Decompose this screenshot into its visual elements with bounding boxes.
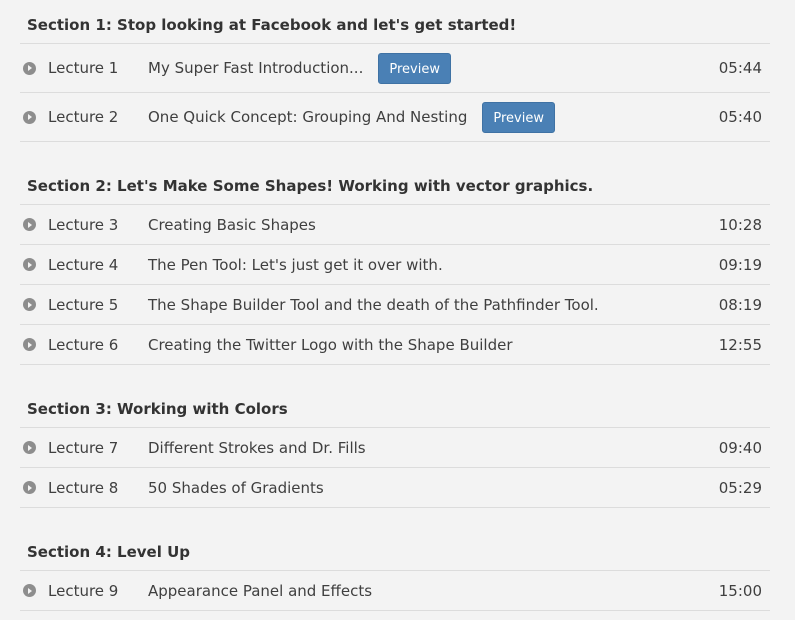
lecture-number: Lecture 9 xyxy=(48,581,119,600)
lecture-title[interactable]: Appearance Panel and Effects xyxy=(148,582,372,600)
lecture-duration: 05:40 xyxy=(718,108,762,126)
lecture-row-9[interactable]: Lecture 9 Appearance Panel and Effects 1… xyxy=(20,571,770,611)
section-4: Section 4: Level Up Lecture 9 Appearance… xyxy=(20,527,770,611)
preview-button[interactable]: Preview xyxy=(482,101,555,133)
lecture-title[interactable]: Creating Basic Shapes xyxy=(148,216,316,234)
lecture-title[interactable]: 50 Shades of Gradients xyxy=(148,479,324,497)
lecture-title[interactable]: Different Strokes and Dr. Fills xyxy=(148,439,366,457)
lecture-duration: 05:44 xyxy=(718,59,762,77)
lecture-number: Lecture 5 xyxy=(48,295,119,314)
lecture-title[interactable]: One Quick Concept: Grouping And Nesting xyxy=(148,108,467,126)
lecture-number: Lecture 1 xyxy=(48,59,119,77)
lecture-duration: 15:00 xyxy=(718,581,762,600)
play-circle-icon xyxy=(23,481,36,494)
section-1: Section 1: Stop looking at Facebook and … xyxy=(20,0,770,142)
lecture-number: Lecture 4 xyxy=(48,255,119,274)
lecture-row-6[interactable]: Lecture 6 Creating the Twitter Logo with… xyxy=(20,325,770,365)
lecture-row-1[interactable]: Lecture 1 My Super Fast Introduction... … xyxy=(20,44,770,93)
lecture-title[interactable]: The Shape Builder Tool and the death of … xyxy=(148,296,599,314)
section-2: Section 2: Let's Make Some Shapes! Worki… xyxy=(20,161,770,365)
lecture-duration: 09:19 xyxy=(718,255,762,274)
lecture-duration: 10:28 xyxy=(718,215,762,234)
lecture-row-5[interactable]: Lecture 5 The Shape Builder Tool and the… xyxy=(20,285,770,325)
play-circle-icon xyxy=(23,584,36,597)
lecture-row-3[interactable]: Lecture 3 Creating Basic Shapes 10:28 xyxy=(20,205,770,245)
lecture-duration: 09:40 xyxy=(718,438,762,457)
lecture-number: Lecture 3 xyxy=(48,215,119,234)
lecture-row-4[interactable]: Lecture 4 The Pen Tool: Let's just get i… xyxy=(20,245,770,285)
lecture-number: Lecture 7 xyxy=(48,438,119,457)
lecture-duration: 05:29 xyxy=(718,478,762,497)
preview-button[interactable]: Preview xyxy=(378,52,451,84)
lecture-row-2[interactable]: Lecture 2 One Quick Concept: Grouping An… xyxy=(20,93,770,142)
section-title: Section 1: Stop looking at Facebook and … xyxy=(20,0,770,44)
play-circle-icon xyxy=(23,110,36,124)
lecture-number: Lecture 8 xyxy=(48,478,119,497)
section-title: Section 2: Let's Make Some Shapes! Worki… xyxy=(20,161,770,205)
lecture-number: Lecture 2 xyxy=(48,108,119,126)
play-circle-icon xyxy=(23,61,36,75)
curriculum-list: Section 1: Stop looking at Facebook and … xyxy=(20,0,770,611)
lecture-row-7[interactable]: Lecture 7 Different Strokes and Dr. Fill… xyxy=(20,428,770,468)
section-3: Section 3: Working with Colors Lecture 7… xyxy=(20,384,770,508)
lecture-title[interactable]: The Pen Tool: Let's just get it over wit… xyxy=(148,256,443,274)
lecture-duration: 08:19 xyxy=(718,295,762,314)
play-circle-icon xyxy=(23,258,36,271)
lecture-number: Lecture 6 xyxy=(48,335,119,354)
lecture-title[interactable]: My Super Fast Introduction... xyxy=(148,59,363,77)
play-circle-icon xyxy=(23,218,36,231)
play-circle-icon xyxy=(23,298,36,311)
section-title: Section 4: Level Up xyxy=(20,527,770,571)
lecture-row-8[interactable]: Lecture 8 50 Shades of Gradients 05:29 xyxy=(20,468,770,508)
play-circle-icon xyxy=(23,441,36,454)
play-circle-icon xyxy=(23,338,36,351)
lecture-title[interactable]: Creating the Twitter Logo with the Shape… xyxy=(148,336,513,354)
lecture-duration: 12:55 xyxy=(718,335,762,354)
section-title: Section 3: Working with Colors xyxy=(20,384,770,428)
